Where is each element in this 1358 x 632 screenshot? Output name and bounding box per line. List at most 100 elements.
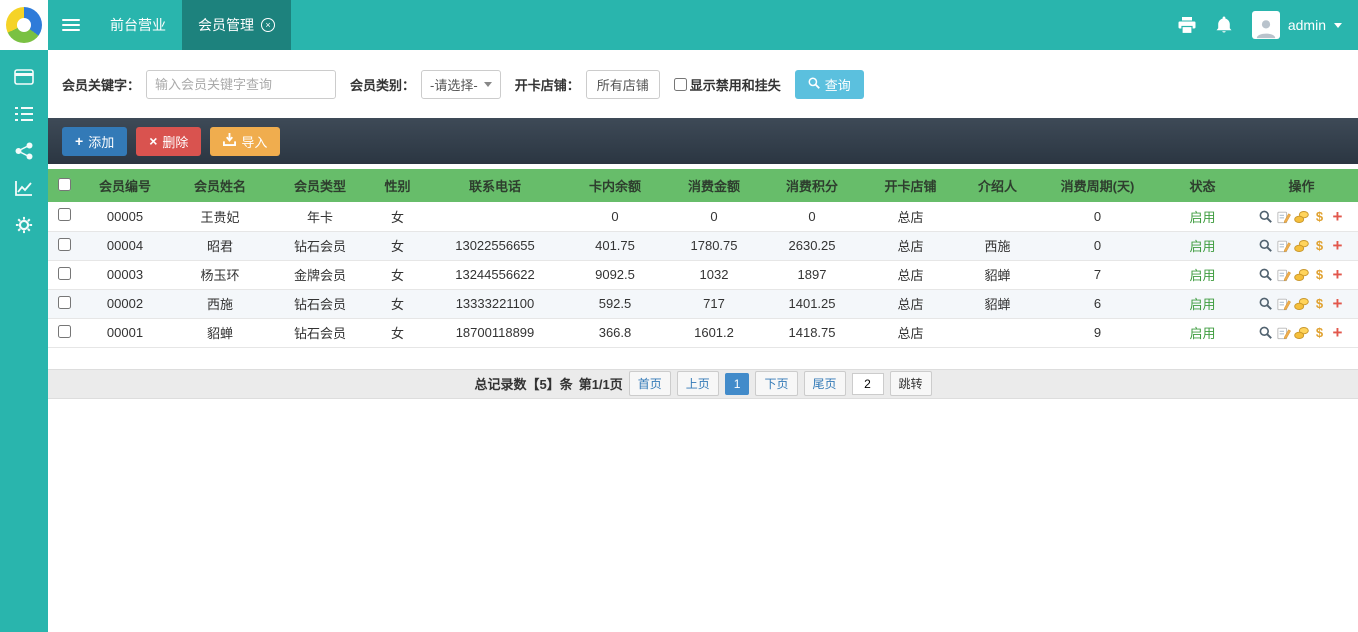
keyword-label: 会员关键字： <box>62 75 140 94</box>
column-header[interactable]: 开卡店铺 <box>861 169 960 202</box>
close-icon: × <box>149 134 157 148</box>
column-header[interactable]: 操作 <box>1245 169 1358 202</box>
jump-page-input[interactable] <box>852 373 884 395</box>
action-toolbar: + 添加 × 删除 导入 <box>48 118 1358 164</box>
column-header[interactable]: 性别 <box>370 169 425 202</box>
sidebar-item-billing[interactable] <box>0 60 48 97</box>
topbar-right: admin <box>1178 0 1358 50</box>
cell-gender: 女 <box>370 260 425 289</box>
member-row: 00001貂蝉钻石会员女18700118899366.81601.21418.7… <box>48 318 1358 347</box>
cell-member-type: 钻石会员 <box>270 289 370 318</box>
column-header[interactable]: 联系电话 <box>425 169 565 202</box>
column-header[interactable]: 会员编号 <box>80 169 170 202</box>
tab-member-management[interactable]: 会员管理 × <box>182 0 291 50</box>
member-table-body: 00005王贵妃年卡女000总店0启用$+00004昭君钻石会员女1302255… <box>48 202 1358 347</box>
column-header[interactable]: 会员姓名 <box>170 169 270 202</box>
cell-status: 启用 <box>1160 289 1245 318</box>
coins-icon[interactable] <box>1294 238 1310 254</box>
sidebar-item-list[interactable] <box>0 97 48 134</box>
row-checkbox[interactable] <box>58 325 71 338</box>
search-icon[interactable] <box>1258 267 1274 283</box>
jump-button[interactable]: 跳转 <box>890 371 932 396</box>
select-all-checkbox[interactable] <box>58 178 71 191</box>
app-logo[interactable] <box>0 0 48 50</box>
import-button[interactable]: 导入 <box>210 127 280 156</box>
cell-member-type: 钻石会员 <box>270 231 370 260</box>
next-page-button[interactable]: 下页 <box>755 371 797 396</box>
cell-gender: 女 <box>370 289 425 318</box>
edit-icon[interactable] <box>1276 325 1292 341</box>
table-header-row: 会员编号会员姓名会员类型性别联系电话卡内余额消费金额消费积分开卡店铺介绍人消费周… <box>48 169 1358 202</box>
plus-icon[interactable]: + <box>1330 267 1346 283</box>
coins-icon[interactable] <box>1294 209 1310 225</box>
sidebar <box>0 50 48 632</box>
prev-page-button[interactable]: 上页 <box>677 371 719 396</box>
row-checkbox[interactable] <box>58 238 71 251</box>
delete-button[interactable]: × 删除 <box>136 127 201 156</box>
column-header[interactable]: 消费积分 <box>763 169 861 202</box>
cell-operations: $+ <box>1245 289 1358 318</box>
menu-toggle-icon[interactable] <box>48 0 94 50</box>
plus-icon[interactable]: + <box>1330 209 1346 225</box>
last-page-button[interactable]: 尾页 <box>804 371 846 396</box>
search-button[interactable]: 查询 <box>795 70 864 99</box>
cell-phone: 13333221100 <box>425 289 565 318</box>
column-header[interactable]: 状态 <box>1160 169 1245 202</box>
dollar-icon[interactable]: $ <box>1312 209 1328 225</box>
row-checkbox[interactable] <box>58 296 71 309</box>
sidebar-item-share[interactable] <box>0 134 48 171</box>
show-disabled-checkbox[interactable] <box>674 78 687 91</box>
dollar-icon[interactable]: $ <box>1312 296 1328 312</box>
store-select[interactable]: 所有店铺 <box>586 70 660 99</box>
column-header[interactable]: 介绍人 <box>960 169 1035 202</box>
cell-points: 1418.75 <box>763 318 861 347</box>
edit-icon[interactable] <box>1276 296 1292 312</box>
gears-icon <box>15 216 33 237</box>
caret-down-icon <box>1334 23 1342 28</box>
edit-icon[interactable] <box>1276 238 1292 254</box>
search-icon[interactable] <box>1258 238 1274 254</box>
cell-cycle: 6 <box>1035 289 1160 318</box>
column-header[interactable]: 消费周期(天) <box>1035 169 1160 202</box>
cell-gender: 女 <box>370 231 425 260</box>
current-page-button[interactable]: 1 <box>725 373 750 395</box>
bell-icon[interactable] <box>1216 16 1232 34</box>
plus-icon[interactable]: + <box>1330 325 1346 341</box>
plus-icon[interactable]: + <box>1330 296 1346 312</box>
coins-icon[interactable] <box>1294 325 1310 341</box>
user-menu[interactable]: admin <box>1252 11 1342 39</box>
first-page-button[interactable]: 首页 <box>629 371 671 396</box>
coins-icon[interactable] <box>1294 267 1310 283</box>
keyword-input[interactable] <box>146 70 336 99</box>
cell-balance: 592.5 <box>565 289 665 318</box>
row-checkbox[interactable] <box>58 267 71 280</box>
search-icon[interactable] <box>1258 325 1274 341</box>
cell-store: 总店 <box>861 231 960 260</box>
add-button-label: 添加 <box>88 132 114 151</box>
dollar-icon[interactable]: $ <box>1312 267 1328 283</box>
column-header[interactable]: 会员类型 <box>270 169 370 202</box>
dollar-icon[interactable]: $ <box>1312 238 1328 254</box>
sidebar-item-settings[interactable] <box>0 208 48 245</box>
search-icon[interactable] <box>1258 209 1274 225</box>
printer-icon[interactable] <box>1178 17 1196 34</box>
close-tab-icon[interactable]: × <box>261 18 275 32</box>
member-type-select[interactable]: -请选择- <box>421 70 501 99</box>
column-header[interactable]: 卡内余额 <box>565 169 665 202</box>
dollar-icon[interactable]: $ <box>1312 325 1328 341</box>
tab-front-desk[interactable]: 前台营业 <box>94 0 182 50</box>
search-icon[interactable] <box>1258 296 1274 312</box>
plus-icon: + <box>75 134 83 148</box>
column-header[interactable]: 消费金额 <box>665 169 763 202</box>
coins-icon[interactable] <box>1294 296 1310 312</box>
show-disabled-label[interactable]: 显示禁用和挂失 <box>690 75 781 94</box>
plus-icon[interactable]: + <box>1330 238 1346 254</box>
add-button[interactable]: + 添加 <box>62 127 127 156</box>
cell-balance: 0 <box>565 202 665 231</box>
cell-status: 启用 <box>1160 202 1245 231</box>
cell-operations: $+ <box>1245 202 1358 231</box>
row-checkbox[interactable] <box>58 208 71 221</box>
edit-icon[interactable] <box>1276 209 1292 225</box>
sidebar-item-reports[interactable] <box>0 171 48 208</box>
edit-icon[interactable] <box>1276 267 1292 283</box>
